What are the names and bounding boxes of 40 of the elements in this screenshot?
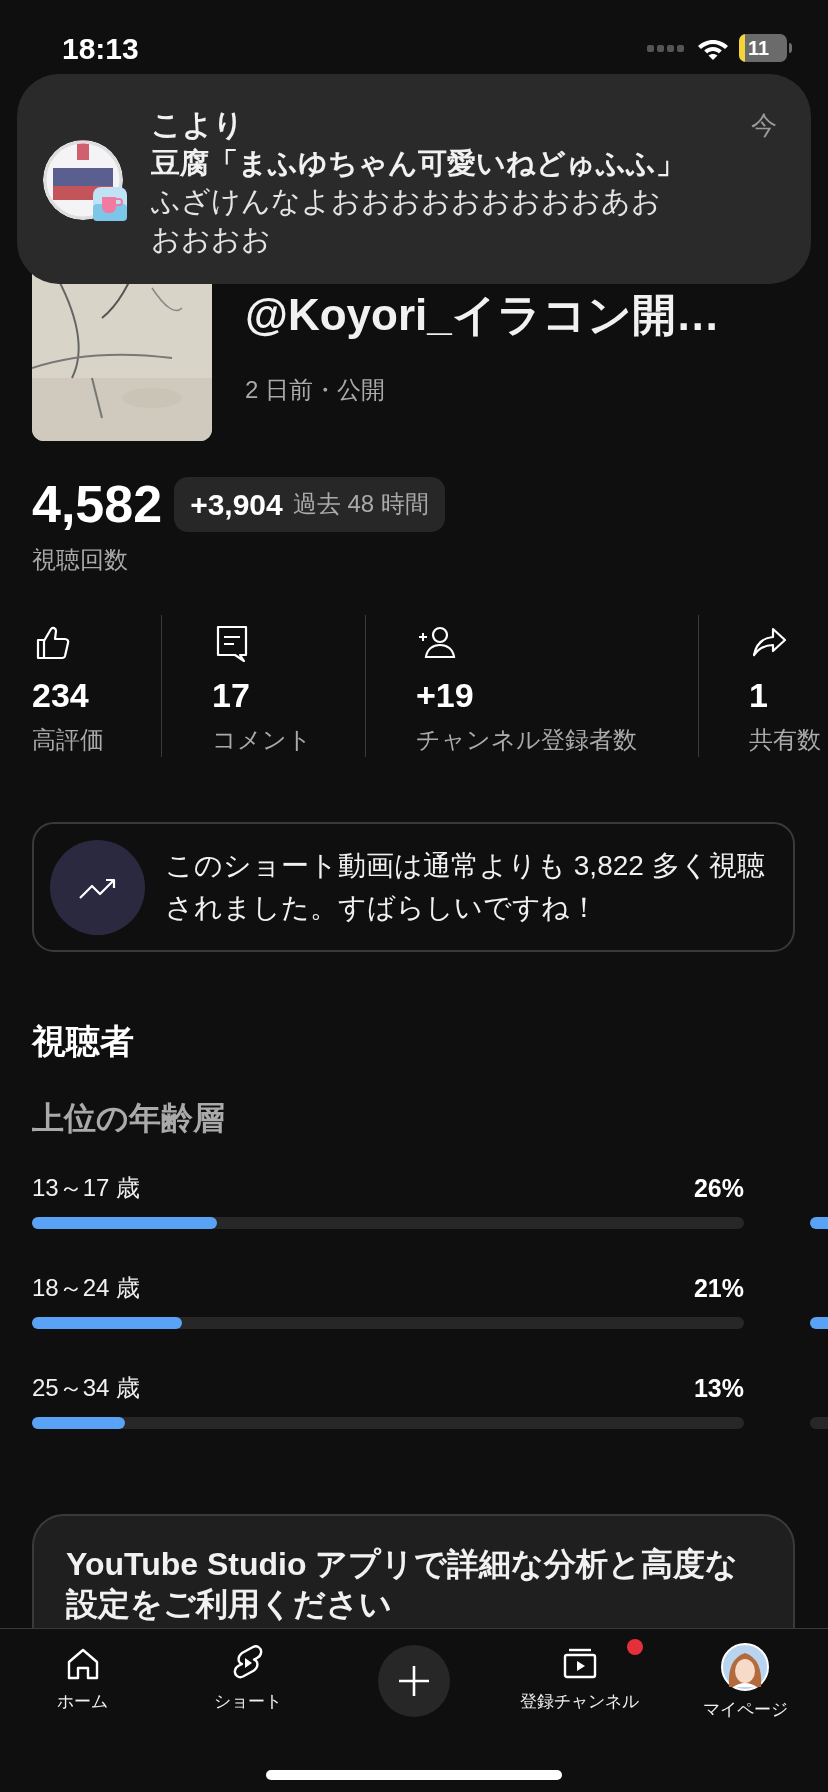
age-percent: 26%: [693, 1173, 744, 1204]
age-label: 13～17 歳: [32, 1173, 141, 1203]
chart-title: 上位の年齢層: [32, 1100, 226, 1136]
video-meta: 2 日前・公開: [245, 375, 386, 405]
battery-charge-fill: [739, 34, 745, 62]
stat-value: 234: [32, 675, 90, 715]
promo-text: YouTube Studio アプリで詳細な分析と高度な設定をご利用ください: [66, 1545, 740, 1624]
trending-icon: [50, 839, 145, 935]
age-label: 25～34 歳: [32, 1373, 141, 1403]
stat-label: チャンネル登録者数: [416, 725, 638, 755]
view-count: 4,582: [32, 474, 163, 534]
video-title: @Koyori_イラコン開…: [245, 289, 720, 341]
insight-text: このショート動画は通常よりも 3,822 多く視聴されました。すばらしいですね！: [165, 849, 766, 925]
stat-label: 高評価: [32, 725, 105, 755]
stat-value: 1: [749, 675, 769, 715]
nav-tab[interactable]: マイページ: [702, 1643, 788, 1721]
section-title: 視聴者: [32, 1021, 135, 1062]
stat-label: 共有数: [749, 725, 821, 755]
stat-value: +19: [416, 675, 475, 715]
notification-time: 今: [751, 109, 777, 142]
nav-tab[interactable]: ホーム: [57, 1643, 109, 1713]
age-percent: 21%: [693, 1273, 744, 1304]
notification-body: ふざけんなよおおおおおおおおおあおおおおお: [151, 184, 662, 257]
notification-banner[interactable]: こより 豆腐「まふゆちゃん可愛いねどゅふふ」 ふざけんなよおおおおおおおおおあおおおおお 今: [17, 74, 811, 284]
notification-title: 豆腐「まふゆちゃん可愛いねどゅふふ」: [151, 146, 686, 181]
view-label: 視聴回数: [32, 545, 129, 575]
growth-value: +3,904: [190, 486, 283, 523]
signal-icon: [647, 43, 687, 53]
growth-period: 過去 48 時間: [292, 489, 429, 519]
age-label: 18～24 歳: [32, 1273, 141, 1303]
nav-tab[interactable]: ショート: [214, 1643, 283, 1713]
notification-sender: こより: [151, 107, 245, 143]
app-icon: [93, 187, 127, 221]
status-time: 18:13: [62, 30, 139, 67]
plus-icon: [397, 1664, 431, 1698]
nav-tab[interactable]: 登録チャンネル: [520, 1643, 640, 1713]
age-percent: 13%: [693, 1373, 744, 1404]
stat-label: コメント: [212, 725, 313, 755]
stat-value: 17: [212, 675, 251, 715]
battery-level: 11: [747, 38, 770, 58]
